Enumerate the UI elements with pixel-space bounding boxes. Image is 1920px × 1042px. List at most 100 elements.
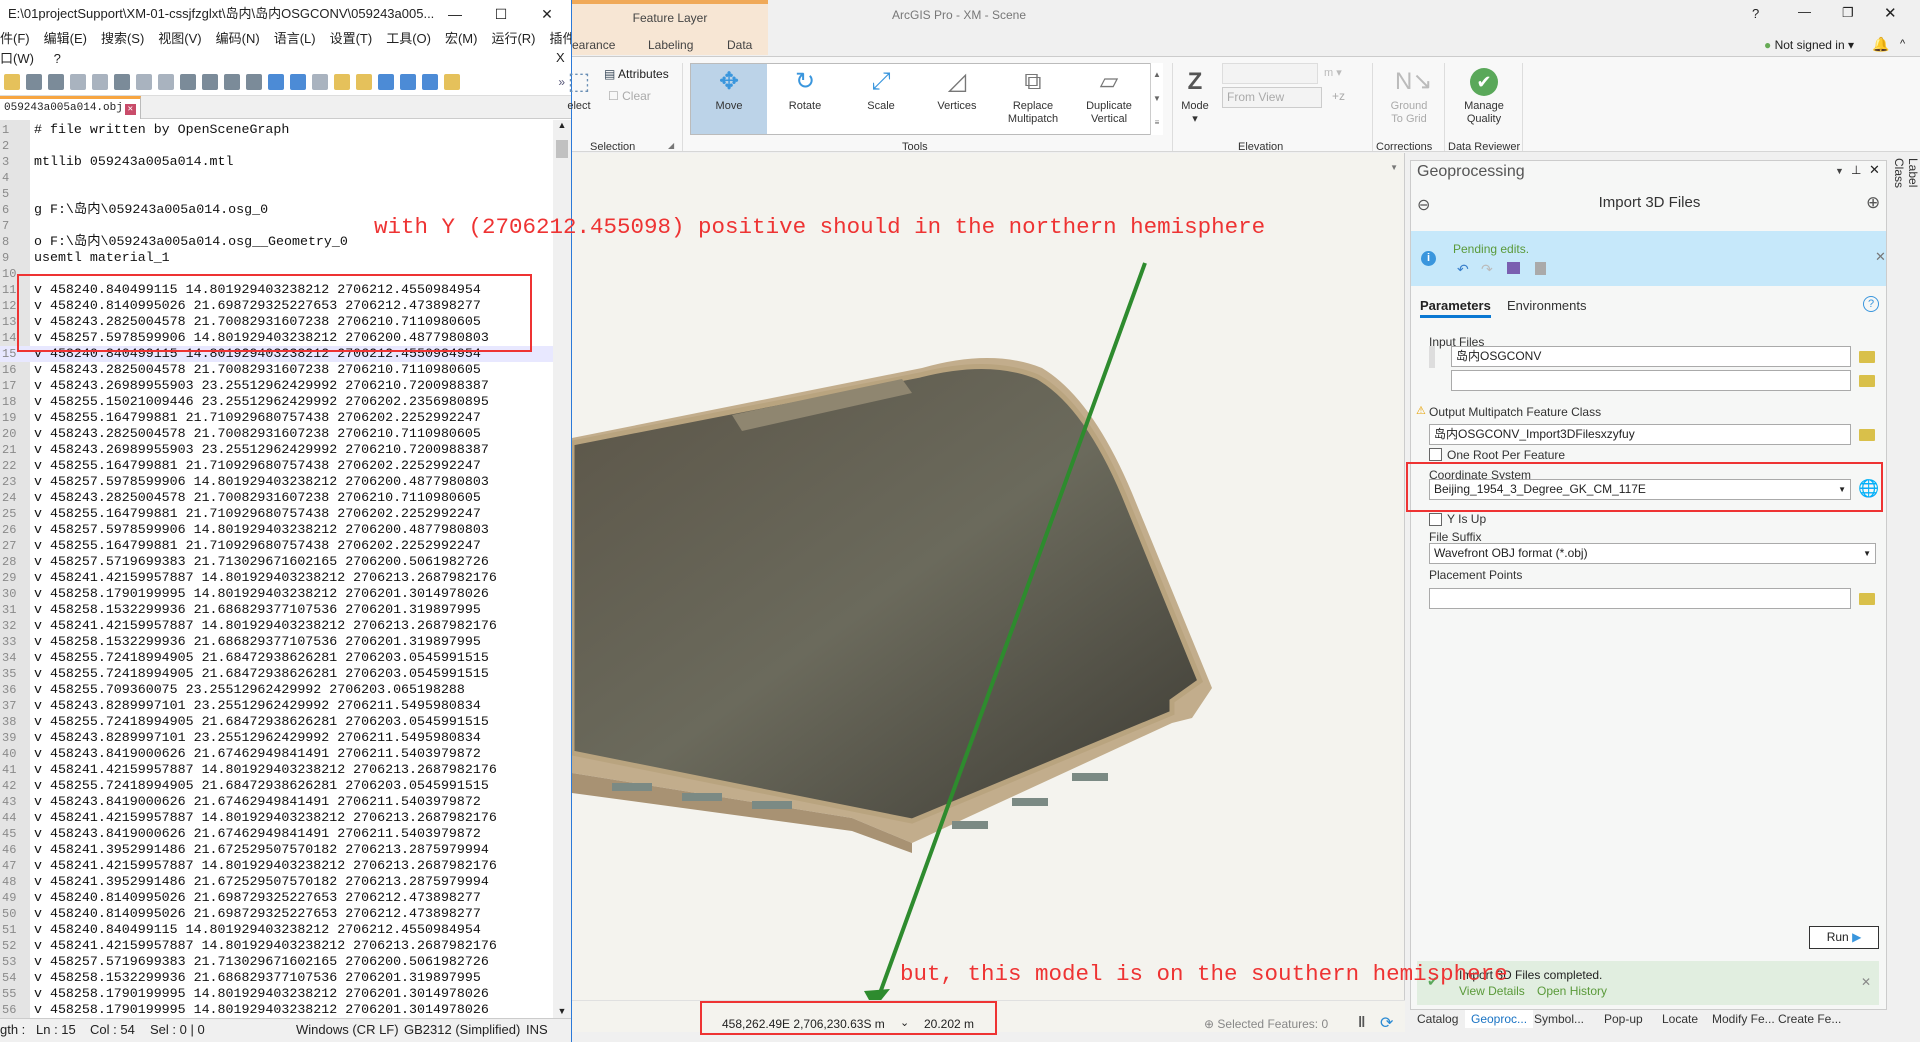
get-z-icon[interactable]: +z xyxy=(1332,89,1345,103)
close-banner-icon[interactable]: ✕ xyxy=(1875,249,1886,265)
minimize-button[interactable]: — xyxy=(432,0,478,28)
udl-icon[interactable] xyxy=(444,73,460,90)
undo-icon[interactable]: ↶ xyxy=(1457,261,1469,278)
sync-h-icon[interactable] xyxy=(356,73,372,90)
menu-item[interactable]: 编辑(E) xyxy=(44,31,87,46)
close-all-icon[interactable] xyxy=(92,73,108,90)
tool-vertices[interactable]: ◿ Vertices xyxy=(919,64,995,134)
menu-help[interactable]: ? xyxy=(54,51,61,66)
y-up-checkbox[interactable] xyxy=(1429,513,1442,526)
pane-tab[interactable]: Create Fe... xyxy=(1778,1012,1841,1026)
dialog-launcher-icon[interactable]: ◢ xyxy=(668,141,674,150)
file-suffix-select[interactable]: Wavefront OBJ format (*.obj) ▼ xyxy=(1429,543,1876,564)
run-button[interactable]: Run ▶ xyxy=(1809,926,1879,949)
tab-appearance[interactable]: earance xyxy=(572,38,615,52)
save-edits-icon[interactable] xyxy=(1507,262,1520,274)
open-icon[interactable] xyxy=(4,73,20,90)
clear-button[interactable]: ☐ Clear xyxy=(608,89,651,103)
menu-item[interactable]: 设置(T) xyxy=(330,31,373,46)
wrap-icon[interactable] xyxy=(378,73,394,90)
menu-item[interactable]: 插件(P) xyxy=(550,31,571,46)
zoom-out-icon[interactable] xyxy=(312,73,328,90)
close-button[interactable]: ✕ xyxy=(524,0,570,28)
pane-tab[interactable]: Modify Fe... xyxy=(1712,1012,1775,1026)
tool-duplicate-vertical[interactable]: ▱ Duplicate Vertical xyxy=(1071,64,1147,134)
copy-icon[interactable] xyxy=(158,73,174,90)
menu-item[interactable]: 运行(R) xyxy=(491,31,535,46)
close-doc-icon[interactable]: X xyxy=(556,50,565,65)
menu-item[interactable]: 件(F) xyxy=(0,31,30,46)
menu-item[interactable]: 宏(M) xyxy=(445,31,478,46)
menu-item[interactable]: 搜索(S) xyxy=(101,31,144,46)
close-pane-icon[interactable]: ✕ xyxy=(1869,162,1880,178)
pane-tab[interactable]: Pop-up xyxy=(1604,1012,1643,1026)
save-icon[interactable] xyxy=(26,73,42,90)
show-all-icon[interactable] xyxy=(400,73,416,90)
open-history-link[interactable]: Open History xyxy=(1537,984,1607,998)
mode-button[interactable]: Z Mode ▾ xyxy=(1170,64,1220,134)
from-view-input[interactable]: From View xyxy=(1222,87,1322,108)
unit-dropdown[interactable]: m ▾ xyxy=(1324,66,1342,79)
menu-item[interactable]: 视图(V) xyxy=(158,31,201,46)
tab-data[interactable]: Data xyxy=(727,38,752,52)
close-banner-icon[interactable]: ✕ xyxy=(1861,975,1871,989)
select-button[interactable]: ⬚ elect xyxy=(554,64,604,134)
tab-environments[interactable]: Environments xyxy=(1507,298,1586,313)
cut-icon[interactable] xyxy=(136,73,152,90)
browse-folder-icon[interactable] xyxy=(1859,593,1875,605)
browse-folder-icon[interactable] xyxy=(1859,375,1875,387)
scene-view[interactable]: ▼ xyxy=(572,153,1405,1000)
elevation-value-input[interactable] xyxy=(1222,63,1318,84)
pane-tab[interactable]: Locate xyxy=(1662,1012,1698,1026)
ground-to-grid-button[interactable]: N↘ Ground To Grid xyxy=(1376,64,1442,134)
label-class-side-tab[interactable]: Label Class xyxy=(1890,158,1920,218)
selected-features[interactable]: ⊕ Selected Features: 0 xyxy=(1204,1017,1328,1031)
find-icon[interactable] xyxy=(246,73,262,90)
gallery-scroll[interactable]: ▲ ▼ ≡ xyxy=(1150,63,1163,135)
pause-icon[interactable]: ‖ xyxy=(1358,1014,1365,1031)
row-handle[interactable] xyxy=(1429,346,1435,368)
redo-icon[interactable]: ↷ xyxy=(1481,261,1493,278)
pane-options-icon[interactable]: ▼ xyxy=(1835,166,1844,176)
file-tab[interactable]: 059243a005a014.obj ✕ xyxy=(0,96,141,119)
tool-move-arrows[interactable]: ✥ Move xyxy=(691,64,767,134)
restore-button[interactable]: ❐ xyxy=(1842,5,1854,21)
tool-replace-multipatch[interactable]: ⧉ Replace Multipatch xyxy=(995,64,1071,134)
pane-tab[interactable]: Catalog xyxy=(1417,1012,1458,1026)
menu-item[interactable]: 编码(N) xyxy=(216,31,260,46)
manage-quality-button[interactable]: ✔ Manage Quality xyxy=(1446,64,1522,134)
add-icon[interactable]: ⊕ xyxy=(1866,193,1880,213)
refresh-icon[interactable]: ⟳ xyxy=(1380,1013,1393,1033)
zoom-in-icon[interactable] xyxy=(290,73,306,90)
print-icon[interactable] xyxy=(114,73,130,90)
one-root-checkbox[interactable] xyxy=(1429,448,1442,461)
undo-icon[interactable] xyxy=(202,73,218,90)
tab-labeling[interactable]: Labeling xyxy=(648,38,693,52)
help-button[interactable]: ? xyxy=(1752,6,1759,21)
placement-points-input[interactable] xyxy=(1429,588,1851,609)
output-feature-class-input[interactable]: 岛内OSGCONV_Import3DFilesxzyfuy xyxy=(1429,424,1851,445)
maximize-button[interactable]: ☐ xyxy=(478,0,524,28)
pane-tab[interactable]: Symbol... xyxy=(1534,1012,1584,1026)
sync-v-icon[interactable] xyxy=(334,73,350,90)
tool-scale-arrows[interactable]: ⤢ Scale xyxy=(843,64,919,134)
sign-in-status[interactable]: ● Not signed in ▾ xyxy=(1764,38,1854,52)
collapse-ribbon-icon[interactable]: ^ xyxy=(1900,38,1905,50)
pin-icon[interactable]: ⊥ xyxy=(1851,163,1861,177)
pane-tab[interactable]: Geoproc... xyxy=(1465,1010,1534,1028)
help-icon[interactable]: ? xyxy=(1863,296,1879,312)
close-tab-icon[interactable]: ✕ xyxy=(124,104,136,115)
input-file-1[interactable]: 岛内OSGCONV xyxy=(1451,346,1851,367)
tab-parameters[interactable]: Parameters xyxy=(1420,298,1491,318)
paste-icon[interactable] xyxy=(180,73,196,90)
attributes-button[interactable]: ▤ Attributes xyxy=(604,67,669,81)
scroll-down-icon[interactable]: ▼ xyxy=(553,1006,571,1016)
back-button[interactable]: ⊖ xyxy=(1417,195,1430,215)
close-button[interactable]: ✕ xyxy=(1884,4,1897,22)
minimize-button[interactable]: — xyxy=(1798,4,1811,19)
input-file-2[interactable] xyxy=(1451,370,1851,391)
vertical-scrollbar[interactable]: ▲ ▼ xyxy=(553,120,571,1018)
browse-folder-icon[interactable] xyxy=(1859,351,1875,363)
notification-bell-icon[interactable]: 🔔 xyxy=(1872,36,1889,53)
menu-item[interactable]: 语言(L) xyxy=(274,31,316,46)
